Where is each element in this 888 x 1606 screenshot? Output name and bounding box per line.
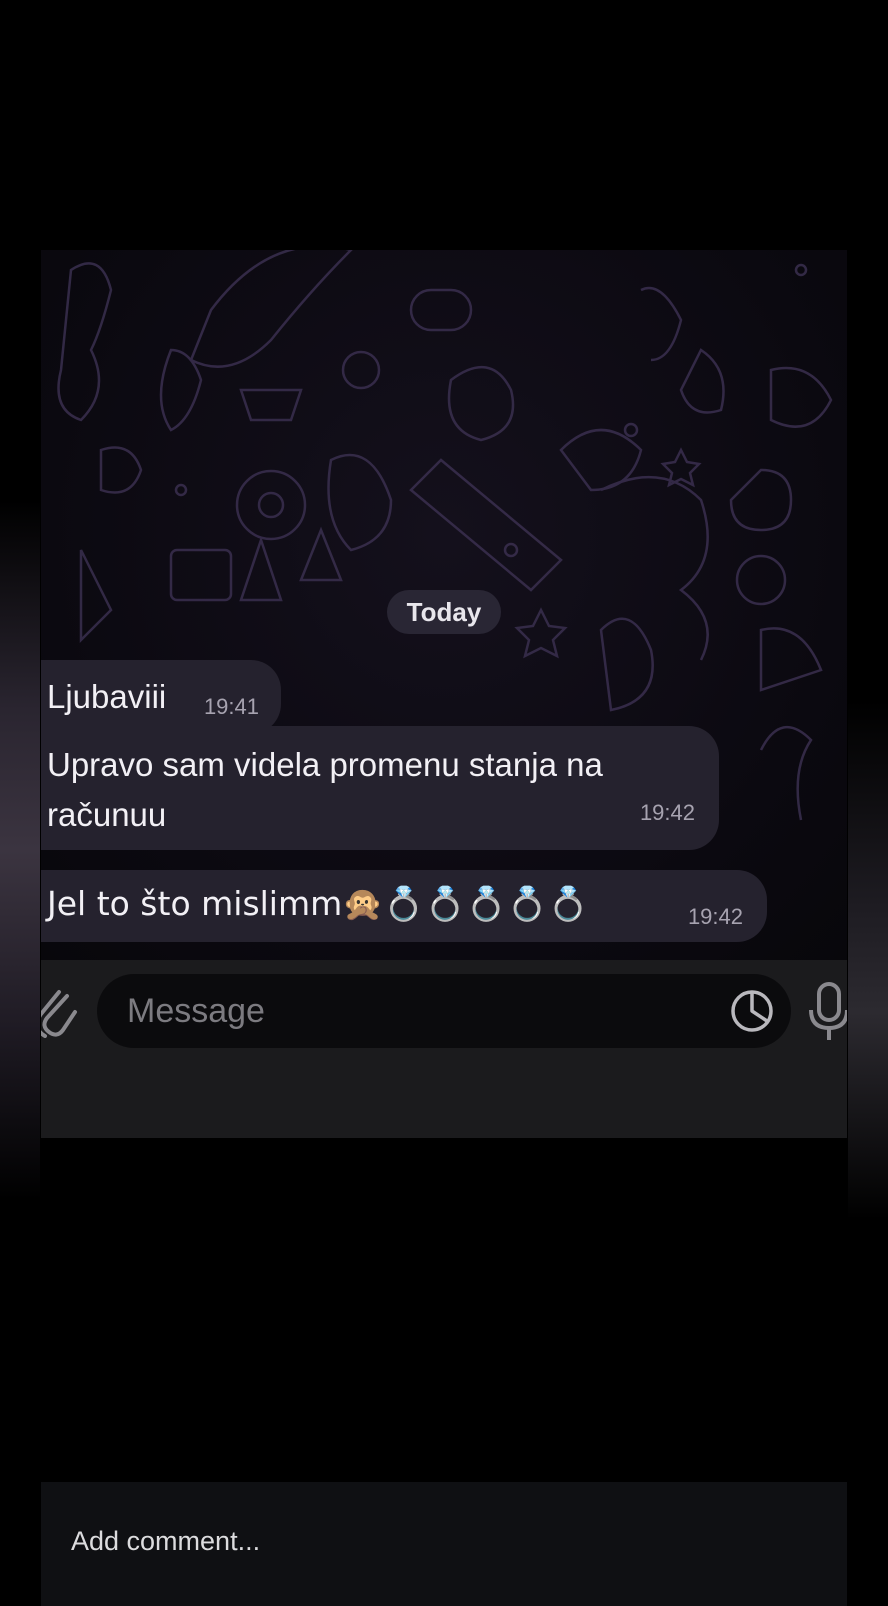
chat-area[interactable]: Today Ljubaviii 19:41 Upravo sam videla … [41,250,847,960]
message-time: 19:41 [203,694,259,719]
screen: Today Ljubaviii 19:41 Upravo sam videla … [0,0,888,1606]
background-blur-left [0,500,40,1200]
composer-bar: Message [41,960,847,1138]
message-text: Ljubaviii [47,678,167,715]
message-text: Jel to što mislimm🙊💍💍💍💍💍 [47,884,589,923]
message-bubble[interactable]: Jel to što mislimm🙊💍💍💍💍💍 19:42 [41,870,767,942]
message-time: 19:42 [639,800,695,825]
background-blur-right [848,700,888,1220]
sticker-icon[interactable] [729,988,775,1034]
message-text: Upravo sam videla promenu stanja na raču… [47,746,603,833]
paperclip-icon[interactable] [41,982,79,1038]
message-time: 19:42 [687,904,743,929]
message-input[interactable]: Message [97,974,791,1048]
message-bubble[interactable]: Upravo sam videla promenu stanja na raču… [41,726,719,850]
date-separator: Today [387,590,501,634]
message-placeholder: Message [127,992,265,1030]
comment-bar[interactable]: Add comment... [41,1482,847,1606]
message-bubble[interactable]: Ljubaviii 19:41 [41,660,281,734]
video-frame: Today Ljubaviii 19:41 Upravo sam videla … [41,0,847,1138]
comment-input-placeholder: Add comment... [71,1526,261,1556]
microphone-icon[interactable] [807,980,847,1042]
